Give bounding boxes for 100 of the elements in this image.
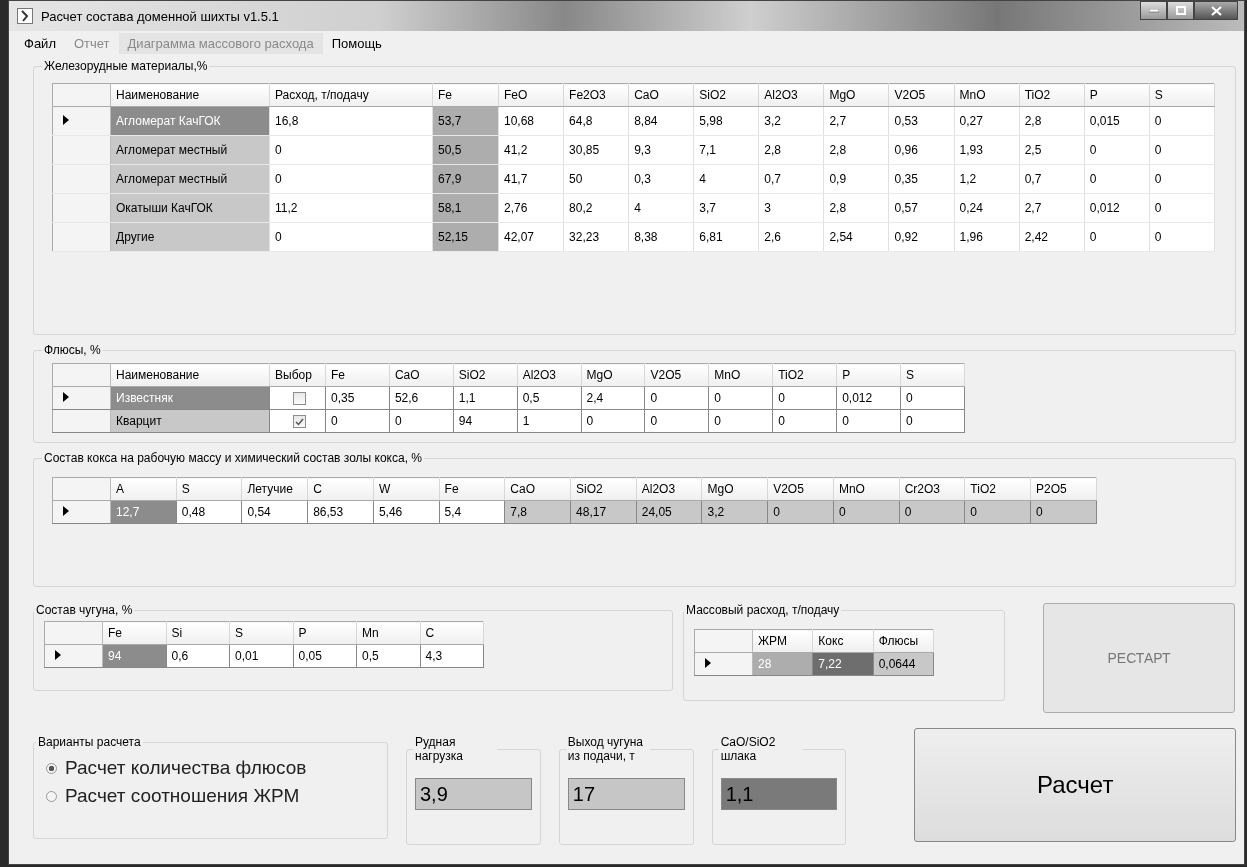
column-header[interactable]: S <box>900 363 965 387</box>
column-header[interactable]: MgO <box>581 363 645 387</box>
column-header[interactable]: Fe2O3 <box>563 83 629 107</box>
column-header[interactable]: Mn <box>356 621 420 645</box>
column-header[interactable]: Si <box>166 621 230 645</box>
table-cell: 80,2 <box>563 193 629 223</box>
row-header[interactable] <box>52 409 111 433</box>
column-header[interactable]: P <box>293 621 357 645</box>
column-header[interactable]: C <box>307 477 374 501</box>
table-cell: 0 <box>325 409 390 433</box>
column-header[interactable]: C <box>420 621 484 645</box>
radio-button[interactable] <box>46 762 57 774</box>
column-header[interactable]: Выбор <box>269 363 326 387</box>
table-cell: 41,7 <box>498 164 564 194</box>
table-cell: 4 <box>628 193 694 223</box>
column-header[interactable]: SiO2 <box>693 83 759 107</box>
column-header[interactable]: ЖРМ <box>752 629 813 653</box>
column-header[interactable]: CaO <box>389 363 454 387</box>
table-cell: 0 <box>900 409 965 433</box>
table-cell: 5,4 <box>439 500 505 524</box>
table-cell: 0,012 <box>1084 193 1150 223</box>
column-header[interactable]: Fe <box>102 621 166 645</box>
column-header[interactable]: Наименование <box>110 363 270 387</box>
table-cell: 64,8 <box>563 106 629 136</box>
group-title: Рудная нагрузка <box>414 735 464 764</box>
column-header[interactable]: Флюсы <box>873 629 934 653</box>
column-header[interactable]: V2O5 <box>767 477 834 501</box>
minimize-button[interactable] <box>1140 1 1167 20</box>
table-cell: Кварцит <box>110 409 270 433</box>
table-cell: 2,4 <box>581 386 645 410</box>
column-header[interactable]: MgO <box>823 83 889 107</box>
column-header[interactable]: A <box>110 477 177 501</box>
close-button[interactable] <box>1194 1 1238 20</box>
column-header[interactable]: Al2O3 <box>636 477 702 501</box>
group-title: Состав чугуна, % <box>35 603 134 617</box>
column-header[interactable]: Кокс <box>812 629 874 653</box>
column-header[interactable]: Fe <box>325 363 390 387</box>
column-header[interactable]: Наименование <box>110 83 270 107</box>
table-cell: Агломерат местный <box>110 135 270 165</box>
column-header[interactable]: P <box>836 363 901 387</box>
column-header[interactable]: S <box>1149 83 1215 107</box>
table-cell: 5,46 <box>373 500 440 524</box>
column-header[interactable]: V2O5 <box>888 83 955 107</box>
table-cell: Известняк <box>110 386 270 410</box>
table-cell: 50 <box>563 164 629 194</box>
table-cell: 0 <box>900 386 965 410</box>
column-header[interactable]: Fe <box>439 477 505 501</box>
close-icon <box>1210 5 1222 16</box>
radio-label[interactable]: Расчет количества флюсов <box>65 757 307 779</box>
row-header[interactable] <box>44 644 103 668</box>
group-title: Выход чугуна из подачи, т <box>566 735 644 764</box>
column-header[interactable]: Fe <box>432 83 499 107</box>
calculate-button[interactable]: Расчет <box>914 728 1236 842</box>
table-cell: 0,7 <box>758 164 824 194</box>
table-cell: 0 <box>1149 135 1215 165</box>
maximize-button[interactable] <box>1167 1 1194 20</box>
column-header[interactable]: Al2O3 <box>517 363 582 387</box>
table-cell: 0,48 <box>176 500 242 524</box>
table-cell: 0,57 <box>888 193 955 223</box>
table-cell: 0,012 <box>836 386 901 410</box>
radio-button[interactable] <box>46 790 57 802</box>
row-header[interactable] <box>52 500 111 524</box>
column-header[interactable]: TiO2 <box>772 363 837 387</box>
column-header[interactable]: SiO2 <box>453 363 518 387</box>
column-header[interactable]: MgO <box>701 477 768 501</box>
column-header[interactable]: TiO2 <box>964 477 1031 501</box>
column-header[interactable]: S <box>176 477 242 501</box>
table-cell: 0,01 <box>229 644 293 668</box>
table-cell: 58,1 <box>432 193 499 223</box>
menu-item[interactable]: Помощь <box>322 32 391 54</box>
radio-label[interactable]: Расчет соотношения ЖРМ <box>65 785 300 807</box>
column-header[interactable]: FeO <box>498 83 564 107</box>
table-cell: 0 <box>1149 164 1215 194</box>
column-header[interactable]: Cr2O3 <box>899 477 965 501</box>
column-header[interactable]: Al2O3 <box>758 83 824 107</box>
table-cell: 3,2 <box>758 106 824 136</box>
column-header[interactable]: P2O5 <box>1030 477 1097 501</box>
column-header[interactable]: S <box>229 621 293 645</box>
table-cell: 0,35 <box>325 386 390 410</box>
menu-item[interactable]: Файл <box>15 32 65 54</box>
row-header[interactable] <box>694 652 753 676</box>
table-cell: 52,6 <box>389 386 454 410</box>
column-header[interactable]: P <box>1084 83 1150 107</box>
column-header[interactable]: TiO2 <box>1019 83 1085 107</box>
table-cell: 16,8 <box>269 106 433 136</box>
table-cell: 0 <box>708 409 773 433</box>
table-cell: 0 <box>1084 222 1150 252</box>
checkbox[interactable] <box>293 415 306 429</box>
column-header[interactable]: V2O5 <box>644 363 709 387</box>
column-header[interactable]: CaO <box>504 477 571 501</box>
column-header[interactable]: Расход, т/подачу <box>269 83 433 107</box>
column-header[interactable]: SiO2 <box>570 477 637 501</box>
column-header[interactable]: MnO <box>954 83 1020 107</box>
column-header[interactable]: CaO <box>628 83 694 107</box>
column-header[interactable]: MnO <box>833 477 900 501</box>
column-header[interactable]: W <box>373 477 440 501</box>
checkbox[interactable] <box>293 392 306 406</box>
column-header[interactable]: Летучие <box>241 477 308 501</box>
column-header[interactable]: MnO <box>708 363 773 387</box>
row-header[interactable] <box>52 386 111 410</box>
